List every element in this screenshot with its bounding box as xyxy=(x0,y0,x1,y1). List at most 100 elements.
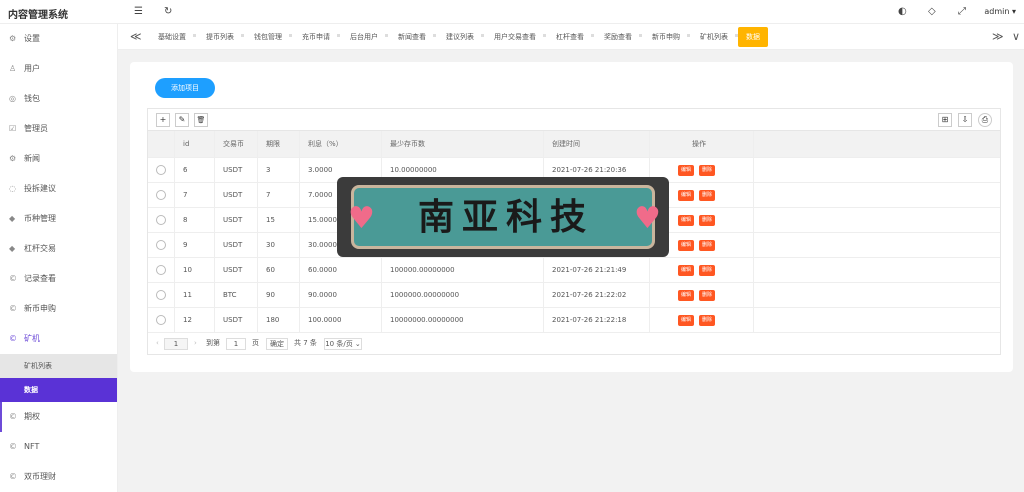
goto-page-input[interactable]: 1 xyxy=(226,338,246,350)
sidebar-item-label: 用户 xyxy=(24,64,40,73)
tag-icon[interactable]: ◇ xyxy=(928,6,936,18)
edit-icon[interactable]: ✎ xyxy=(175,113,189,127)
sidebar-item-leverage[interactable]: ◆ 杠杆交易 xyxy=(0,234,117,264)
edit-button[interactable]: 编辑 xyxy=(678,289,695,301)
sidebar-item-miner[interactable]: © 矿机 xyxy=(0,324,117,354)
edit-button[interactable]: 编辑 xyxy=(678,314,695,326)
diamond-icon: ◆ xyxy=(9,244,16,253)
sidebar-item-label: 新闻 xyxy=(24,154,40,163)
tab-scroll-right-icon[interactable]: ≫ xyxy=(992,30,1004,43)
tab-leverage-view[interactable]: 杠杆查看 xyxy=(546,24,594,50)
delete-button[interactable]: 删除 xyxy=(699,164,716,176)
sidebar-item-users[interactable]: ♙ 用户 xyxy=(0,54,117,84)
column-header: 交易币 xyxy=(215,131,258,157)
table-row[interactable]: 12 USDT 180 100.0000 10000000.00000000 2… xyxy=(148,308,1000,333)
edit-button[interactable]: 编辑 xyxy=(678,214,695,226)
tab-user-trades[interactable]: 用户交易查看 xyxy=(484,24,546,50)
tab-new-coin[interactable]: 新币申购 xyxy=(642,24,690,50)
sidebar-item-wallet[interactable]: ◎ 钱包 xyxy=(0,84,117,114)
sidebar-item-dual-finance[interactable]: © 双币理财 xyxy=(0,462,117,492)
circle-c-icon: © xyxy=(9,334,17,343)
edit-button[interactable]: 编辑 xyxy=(678,239,695,251)
tab-scroll-left-icon[interactable]: ≪ xyxy=(130,30,142,43)
page-size-select[interactable]: 10 条/页 ⌄ xyxy=(324,338,362,350)
row-radio[interactable] xyxy=(156,240,166,250)
delete-button[interactable]: 删除 xyxy=(699,264,716,276)
columns-icon[interactable]: ⊞ xyxy=(938,113,952,127)
row-radio[interactable] xyxy=(156,165,166,175)
add-icon[interactable]: + xyxy=(156,113,170,127)
tab-deposit-apply[interactable]: 充币申请 xyxy=(292,24,340,50)
export-icon[interactable]: ⇩ xyxy=(958,113,972,127)
sidebar-item-label: 钱包 xyxy=(24,94,40,103)
prev-page-icon[interactable]: ‹ xyxy=(156,338,159,349)
delete-button[interactable]: 删除 xyxy=(699,239,716,251)
cell-coin: USDT xyxy=(215,208,258,232)
cell-term: 30 xyxy=(258,233,300,257)
tab-backend-users[interactable]: 后台用户 xyxy=(340,24,388,50)
total-count: 共 7 条 xyxy=(294,339,317,347)
row-radio[interactable] xyxy=(156,215,166,225)
sidebar-item-coins[interactable]: ◆ 币种管理 xyxy=(0,204,117,234)
delete-button[interactable]: 删除 xyxy=(699,289,716,301)
sidebar-item-news[interactable]: ⚙ 新闻 xyxy=(0,144,117,174)
sidebar-item-admins[interactable]: ☑ 管理员 xyxy=(0,114,117,144)
edit-button[interactable]: 编辑 xyxy=(678,189,695,201)
edit-button[interactable]: 编辑 xyxy=(678,264,695,276)
user-icon: ♙ xyxy=(9,64,17,73)
edit-button[interactable]: 编辑 xyxy=(678,164,695,176)
column-header: id xyxy=(175,131,215,157)
delete-button[interactable]: 删除 xyxy=(699,214,716,226)
circle-c-icon: © xyxy=(9,442,17,451)
current-page[interactable]: 1 xyxy=(164,338,188,350)
cell-term: 3 xyxy=(258,158,300,182)
tab-news-view[interactable]: 新闻查看 xyxy=(388,24,436,50)
tab-miner-list[interactable]: 矿机列表 xyxy=(690,24,738,50)
sidebar-subitem-miner-list[interactable]: 矿机列表 xyxy=(0,354,117,378)
next-page-icon[interactable]: › xyxy=(194,338,197,349)
cell-term: 180 xyxy=(258,308,300,332)
trash-icon[interactable]: 🗑 xyxy=(194,113,208,127)
sidebar-item-records[interactable]: © 记录查看 xyxy=(0,264,117,294)
theme-icon[interactable]: ◐ xyxy=(898,6,907,18)
row-radio[interactable] xyxy=(156,290,166,300)
sidebar-item-label: 币种管理 xyxy=(24,214,56,223)
fullscreen-icon[interactable]: ⤢ xyxy=(958,6,966,18)
sidebar-item-label: 记录查看 xyxy=(24,274,56,283)
tab-wallet-manage[interactable]: 钱包管理 xyxy=(244,24,292,50)
tab-bar: ≪ 基础设置 提币列表 钱包管理 充币申请 后台用户 新闻查看 建议列表 用户交… xyxy=(118,24,1024,50)
sidebar-item-nft[interactable]: © NFT xyxy=(0,432,117,462)
sidebar-item-options[interactable]: © 期权 xyxy=(0,402,117,432)
tab-basic-settings[interactable]: 基础设置 xyxy=(148,24,196,50)
cell-term: 7 xyxy=(258,183,300,207)
row-radio[interactable] xyxy=(156,265,166,275)
table-row[interactable]: 10 USDT 60 60.0000 100000.00000000 2021-… xyxy=(148,258,1000,283)
menu-toggle-icon[interactable]: ☰ xyxy=(134,6,143,18)
cell-coin: USDT xyxy=(215,158,258,182)
add-item-button[interactable]: 添加项目 xyxy=(155,78,215,98)
table-row[interactable]: 11 BTC 90 90.0000 1000000.00000000 2021-… xyxy=(148,283,1000,308)
delete-button[interactable]: 删除 xyxy=(699,314,716,326)
chevron-down-icon[interactable]: ∨ xyxy=(1012,30,1020,43)
row-radio[interactable] xyxy=(156,315,166,325)
tab-data[interactable]: 数据 xyxy=(738,27,768,47)
pagination: ‹ 1 › 到第 1 页 确定 共 7 条 10 条/页 ⌄ xyxy=(148,333,1000,354)
cell-id: 10 xyxy=(175,258,215,282)
refresh-icon[interactable]: ↻ xyxy=(164,6,172,18)
sidebar-item-new-coin[interactable]: © 新币申购 xyxy=(0,294,117,324)
tab-suggestion-list[interactable]: 建议列表 xyxy=(436,24,484,50)
tab-reward-view[interactable]: 奖励查看 xyxy=(594,24,642,50)
goto-confirm-button[interactable]: 确定 xyxy=(266,338,288,350)
sidebar-item-settings[interactable]: ⚙ 设置 xyxy=(0,24,117,54)
print-icon[interactable]: ⎙ xyxy=(978,113,992,127)
delete-button[interactable]: 删除 xyxy=(699,189,716,201)
cell-coin: BTC xyxy=(215,283,258,307)
watermark-banner: ♥ 南亚科技 ♥ xyxy=(337,177,669,257)
user-menu[interactable]: admin ▾ xyxy=(984,7,1016,16)
tab-withdraw-list[interactable]: 提币列表 xyxy=(196,24,244,50)
sidebar-item-suggestions[interactable]: ◌ 投拆建议 xyxy=(0,174,117,204)
sidebar-subitem-data[interactable]: 数据 xyxy=(0,378,117,402)
row-radio[interactable] xyxy=(156,190,166,200)
page-unit-label: 页 xyxy=(252,339,259,347)
sidebar-item-label: 设置 xyxy=(24,34,40,43)
